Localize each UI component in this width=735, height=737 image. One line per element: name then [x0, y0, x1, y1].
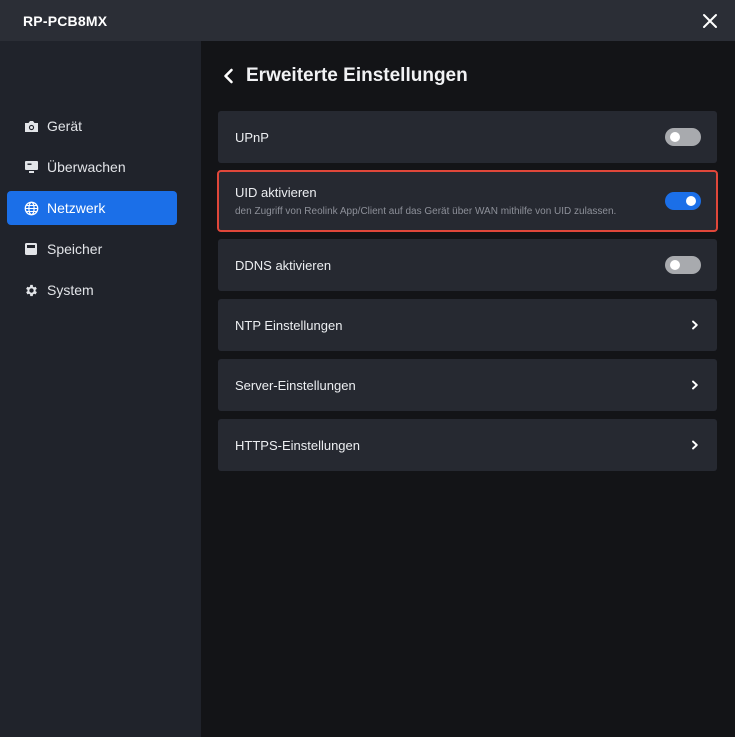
chevron-left-icon [224, 68, 233, 84]
uid-toggle[interactable] [665, 192, 701, 210]
sidebar-item-netzwerk[interactable]: Netzwerk [7, 191, 177, 225]
chevron-right-icon [689, 319, 701, 331]
app-title: RP-PCB8MX [23, 12, 108, 29]
setting-row-server[interactable]: Server-Einstellungen [218, 359, 717, 411]
setting-description: den Zugriff von Reolink App/Client auf d… [235, 206, 617, 217]
ddns-toggle[interactable] [665, 256, 701, 274]
upnp-toggle[interactable] [665, 128, 701, 146]
setting-label: UPnP [235, 129, 269, 145]
gear-icon [23, 282, 39, 298]
globe-icon [23, 200, 39, 216]
setting-label: NTP Einstellungen [235, 317, 343, 333]
close-icon [703, 13, 717, 28]
chevron-right-icon [689, 439, 701, 451]
sidebar-item-label: Speicher [47, 241, 103, 257]
setting-label: HTTPS-Einstellungen [235, 437, 360, 453]
setting-row-upnp: UPnP [218, 111, 717, 163]
page-heading: Erweiterte Einstellungen [218, 41, 717, 111]
setting-row-https[interactable]: HTTPS-Einstellungen [218, 419, 717, 471]
sidebar: Gerät Überwachen Netzwerk Speicher Syste… [0, 41, 201, 737]
back-button[interactable] [222, 67, 238, 85]
sidebar-item-ueberwachen[interactable]: Überwachen [7, 150, 177, 184]
page-title: Erweiterte Einstellungen [246, 65, 468, 86]
sidebar-item-label: Überwachen [47, 159, 126, 175]
setting-row-uid: UID aktivieren den Zugriff von Reolink A… [217, 170, 718, 232]
chevron-right-icon [689, 379, 701, 391]
setting-label: DDNS aktivieren [235, 257, 332, 273]
setting-label: Server-Einstellungen [235, 377, 356, 393]
sidebar-item-label: Netzwerk [47, 200, 106, 216]
close-button[interactable] [699, 10, 721, 32]
sidebar-item-geraet[interactable]: Gerät [7, 109, 177, 143]
sidebar-item-speicher[interactable]: Speicher [7, 232, 177, 266]
sidebar-item-label: System [47, 282, 94, 298]
main-panel: Erweiterte Einstellungen UPnP UID aktivi… [201, 41, 735, 737]
monitor-icon [23, 159, 39, 175]
setting-label: UID aktivieren [235, 185, 317, 200]
setting-text: UID aktivieren den Zugriff von Reolink A… [235, 185, 616, 217]
title-bar: RP-PCB8MX [0, 0, 735, 41]
sidebar-item-label: Gerät [47, 118, 83, 134]
sidebar-item-system[interactable]: System [7, 273, 177, 307]
setting-row-ntp[interactable]: NTP Einstellungen [218, 299, 717, 351]
setting-row-ddns: DDNS aktivieren [218, 239, 717, 291]
storage-icon [23, 241, 39, 257]
camera-icon [23, 118, 39, 134]
